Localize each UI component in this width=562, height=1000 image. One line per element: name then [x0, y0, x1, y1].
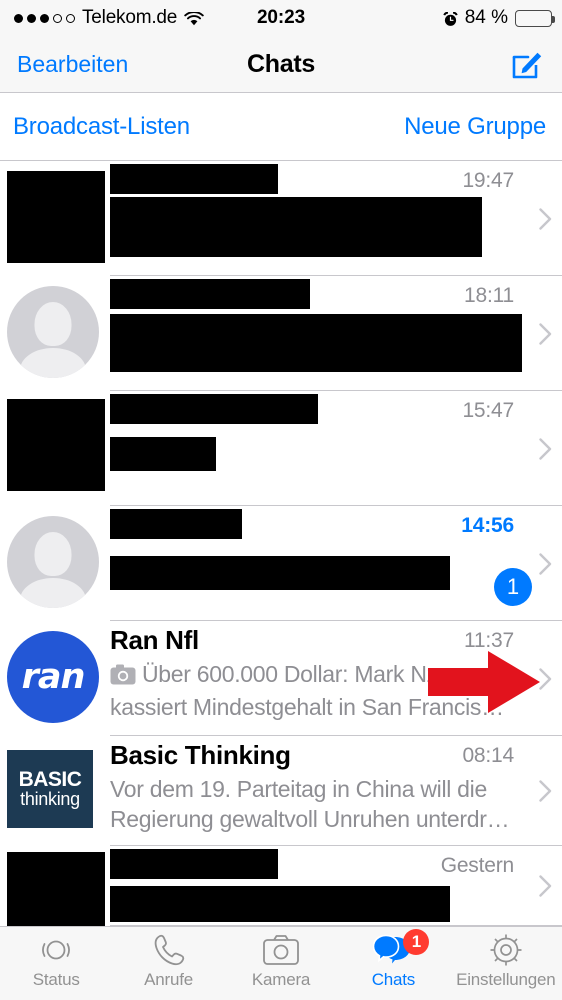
chat-row[interactable]: 14:56 1: [0, 506, 562, 621]
avatar: BASIC thinking: [7, 744, 105, 828]
chevron-right-icon: [539, 780, 552, 802]
chat-title-redacted: [110, 394, 318, 424]
chat-timestamp: Gestern: [440, 854, 515, 877]
chat-title-redacted: [110, 849, 278, 879]
chat-timestamp: 11:37: [464, 629, 514, 652]
chevron-right-icon: [539, 875, 552, 897]
chat-row-body: Gestern: [110, 846, 550, 926]
tab-label: Einstellungen: [456, 970, 556, 989]
phone-icon: [152, 933, 186, 967]
status-rings-icon: [38, 933, 74, 967]
avatar: [7, 286, 105, 378]
tab-kamera[interactable]: Kamera: [225, 927, 337, 990]
tab-label: Chats: [371, 970, 416, 989]
tab-label: Anrufe: [144, 970, 194, 989]
chat-row-body: Basic Thinking 08:14 Vor dem 19. Parteitag…: [110, 736, 550, 846]
bt-logo-line2: thinking: [20, 788, 80, 809]
chat-row[interactable]: BASIC thinking Basic Thinking 08:14 Vor dem …: [0, 736, 562, 846]
whatsapp-chats-screen: Telekom.de 20:23 84 % Bearbeiten Chats B…: [0, 0, 562, 1000]
tab-label: Status: [32, 970, 80, 989]
chat-row-body: 14:56: [110, 506, 550, 621]
red-arrow-annotation: [428, 651, 540, 718]
chat-title: Basic Thinking: [110, 740, 291, 770]
chat-preview-redacted: [110, 197, 482, 257]
chat-row[interactable]: 18:11: [0, 276, 562, 391]
chat-timestamp: 19:47: [462, 169, 514, 192]
chat-preview-redacted: [110, 314, 522, 372]
status-bar-right: 84 %: [442, 7, 555, 29]
chat-preview-redacted: [110, 886, 450, 922]
chat-title-redacted: [110, 279, 310, 309]
compose-pencil-icon[interactable]: [510, 47, 544, 81]
chevron-right-icon: [539, 667, 552, 690]
chat-preview-redacted: [110, 437, 216, 471]
tab-anrufe[interactable]: Anrufe: [112, 927, 224, 990]
new-group-button[interactable]: Neue Gruppe: [404, 113, 546, 141]
chat-row-body: 15:47: [110, 391, 550, 506]
battery-percent-label: 84 %: [464, 7, 508, 28]
chat-row[interactable]: 15:47: [0, 391, 562, 506]
avatar: [7, 516, 105, 608]
avatar-redacted: [7, 171, 105, 263]
broadcast-lists-button[interactable]: Broadcast-Listen: [13, 113, 190, 141]
basic-thinking-logo-icon: BASIC thinking: [7, 750, 93, 828]
gear-icon: [489, 933, 523, 967]
tab-chats[interactable]: 1 Chats: [337, 927, 449, 990]
avatar-redacted: [7, 399, 105, 491]
chevron-right-icon: [539, 552, 552, 575]
chat-timestamp: 15:47: [462, 399, 514, 422]
tab-einstellungen[interactable]: Einstellungen: [450, 927, 562, 990]
chat-timestamp: 18:11: [464, 284, 514, 307]
chat-title: Ran Nfl: [110, 625, 199, 655]
chat-title-redacted: [110, 509, 242, 539]
chat-title-redacted: [110, 164, 278, 194]
chat-preview-redacted: [110, 556, 450, 590]
battery-icon: [515, 9, 555, 27]
chevron-right-icon: [539, 207, 552, 230]
broadcast-bar: Broadcast-Listen Neue Gruppe: [0, 94, 562, 161]
camera-icon: [263, 933, 299, 967]
avatar-redacted: [7, 852, 105, 928]
ran-logo-icon: ran: [7, 631, 99, 723]
navigation-bar: Bearbeiten Chats: [0, 36, 562, 93]
chat-row-body: 19:47: [110, 161, 550, 276]
unread-badge: 1: [494, 567, 532, 606]
tab-badge: 1: [403, 929, 430, 955]
ran-logo-text: ran: [21, 657, 86, 697]
chat-list[interactable]: 19:47 18:11 15:47 14:56 1 ran Ran Nfl 11:37 Über…: [0, 161, 562, 928]
default-person-icon: [7, 516, 99, 608]
avatar: ran: [7, 631, 105, 723]
chat-bubbles-icon: 1: [373, 929, 430, 967]
chat-timestamp: 08:14: [462, 744, 514, 767]
edit-button[interactable]: Bearbeiten: [17, 51, 128, 78]
camera-icon: [110, 662, 136, 692]
status-bar: Telekom.de 20:23 84 %: [0, 0, 562, 36]
chat-timestamp: 14:56: [461, 514, 514, 537]
chevron-right-icon: [539, 437, 552, 460]
chat-row[interactable]: 19:47: [0, 161, 562, 276]
tab-label: Kamera: [251, 970, 311, 989]
tab-bar[interactable]: Status Anrufe Kamera 1 Chats Einstellungen: [0, 926, 562, 1000]
chat-row-body: 18:11: [110, 276, 550, 391]
tab-status[interactable]: Status: [0, 927, 112, 990]
bt-logo-line1: BASIC: [18, 767, 82, 791]
chat-preview: Vor dem 19. Parteitag in China will die …: [110, 776, 510, 832]
alarm-clock-icon: [442, 11, 458, 26]
default-person-icon: [7, 286, 99, 378]
page-title: Chats: [247, 49, 315, 78]
chevron-right-icon: [539, 322, 552, 345]
chat-row[interactable]: Gestern: [0, 846, 562, 928]
